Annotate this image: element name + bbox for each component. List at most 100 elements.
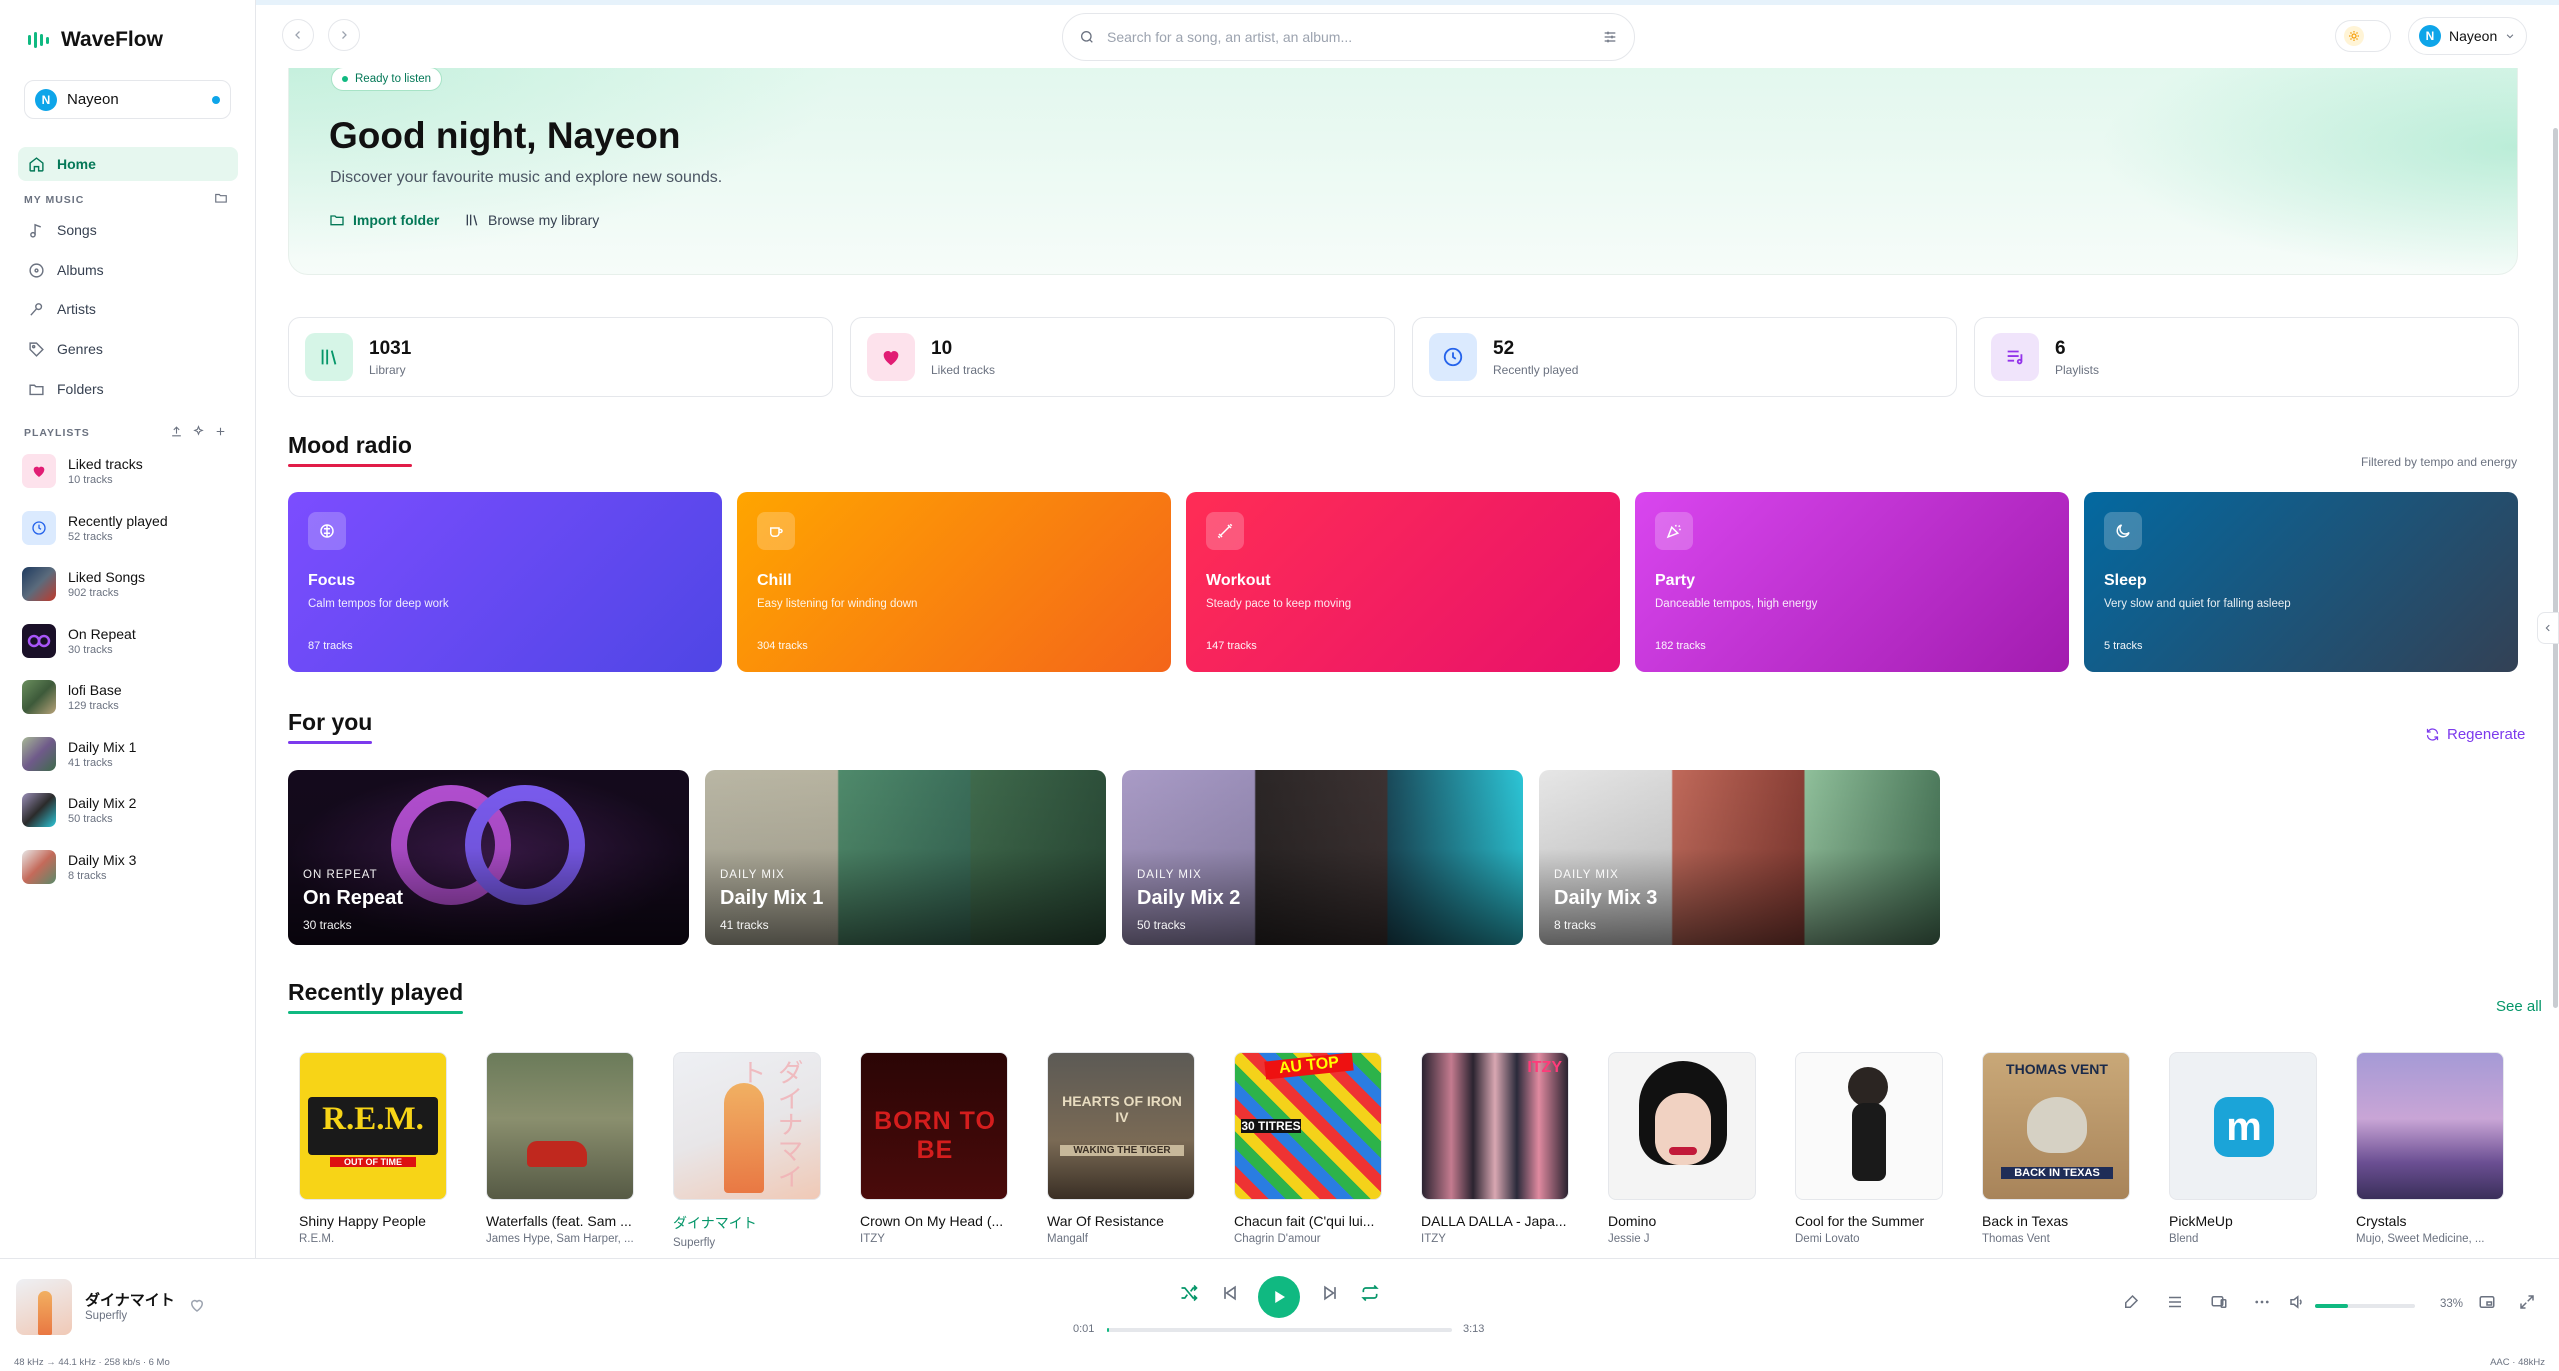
devices-icon[interactable] (2209, 1293, 2229, 1311)
mood-card-sleep[interactable]: Sleep Very slow and quiet for falling as… (2084, 492, 2518, 672)
lyrics-icon[interactable] (2122, 1293, 2140, 1311)
playlist-item[interactable]: Recently played 52 tracks (22, 505, 237, 551)
track-artist: Mangalf (1047, 1233, 1088, 1245)
recent-item[interactable]: Waterfalls (feat. Sam ... James Hype, Sa… (486, 1052, 636, 1245)
playlist-item[interactable]: Daily Mix 1 41 tracks (22, 731, 237, 777)
for-you-card-daily-mix-2[interactable]: DAILY MIX Daily Mix 2 50 tracks (1122, 770, 1523, 945)
sparkles-icon[interactable] (192, 425, 205, 438)
recent-item[interactable]: Domino Jessie J (1608, 1052, 1758, 1245)
playlist-item[interactable]: Liked Songs 902 tracks (22, 561, 237, 607)
volume-icon[interactable] (2288, 1293, 2306, 1311)
mood-card-focus[interactable]: Focus Calm tempos for deep work 87 track… (288, 492, 722, 672)
music-note-icon (30, 223, 41, 238)
mood-card-party[interactable]: Party Danceable tempos, high energy 182 … (1635, 492, 2069, 672)
account-menu-button[interactable]: N Nayeon (2408, 17, 2527, 55)
playlist-item[interactable]: On Repeat 30 tracks (22, 618, 237, 664)
volume-slider[interactable] (2315, 1304, 2415, 1308)
stat-card-liked[interactable]: 10 Liked tracks (850, 317, 1395, 397)
sidebar-item-artists[interactable]: Artists (18, 292, 238, 326)
album-art: HEARTS OF IRON IV WAKING THE TIGER (1047, 1052, 1195, 1200)
stat-card-playlists[interactable]: 6 Playlists (1974, 317, 2519, 397)
mood-card-chill[interactable]: Chill Easy listening for winding down 30… (737, 492, 1171, 672)
plus-icon[interactable] (214, 425, 227, 438)
now-playing-artist[interactable]: Superfly (85, 1310, 127, 1322)
sidebar-item-label: Artists (57, 301, 96, 317)
shuffle-icon[interactable] (1179, 1283, 1199, 1303)
upload-icon[interactable] (170, 425, 183, 438)
mood-card-workout[interactable]: Workout Steady pace to keep moving 147 t… (1186, 492, 1620, 672)
status-badge: Ready to listen (331, 68, 443, 91)
sidebar-item-genres[interactable]: Genres (18, 332, 238, 366)
browse-library-button[interactable]: Browse my library (464, 212, 599, 228)
main-scrollbar[interactable] (2552, 68, 2559, 1258)
progress-bar[interactable] (1107, 1328, 1452, 1332)
filter-icon[interactable] (1602, 29, 1618, 45)
now-playing-title[interactable]: ダイナマイト (85, 1289, 175, 1310)
back-button[interactable] (282, 19, 314, 51)
playlist-count: 50 tracks (68, 813, 113, 825)
fullscreen-icon[interactable] (2518, 1293, 2536, 1311)
recent-item[interactable]: m PickMeUp Blend (2169, 1052, 2319, 1245)
recent-item[interactable]: HEARTS OF IRON IV WAKING THE TIGER War O… (1047, 1052, 1197, 1245)
recent-item[interactable]: THOMAS VENT BACK IN TEXAS Back in Texas … (1982, 1052, 2132, 1245)
recent-item[interactable]: Crystals Mujo, Sweet Medicine, ... (2356, 1052, 2506, 1245)
sidebar-item-label: Folders (57, 381, 104, 397)
playlist-item[interactable]: lofi Base 129 tracks (22, 674, 237, 720)
playlist-name: lofi Base (68, 682, 122, 698)
track-artist: Thomas Vent (1982, 1233, 2050, 1245)
sidebar-item-home[interactable]: Home (18, 147, 238, 181)
sidebar-item-songs[interactable]: Songs (18, 213, 238, 247)
account-name: Nayeon (2449, 28, 2498, 44)
recent-item[interactable]: AU TOP 30 TITRES Chacun fait (C'qui lui.… (1234, 1052, 1384, 1245)
previous-icon[interactable] (1220, 1283, 1240, 1303)
playlist-item[interactable]: Daily Mix 2 50 tracks (22, 787, 237, 833)
now-playing-art[interactable] (16, 1279, 72, 1335)
theme-toggle[interactable] (2335, 20, 2391, 52)
album-art-subtext: WAKING THE TIGER (1060, 1145, 1184, 1156)
playlist-item[interactable]: Daily Mix 3 8 tracks (22, 844, 237, 890)
for-you-card-daily-mix-1[interactable]: DAILY MIX Daily Mix 1 41 tracks (705, 770, 1106, 945)
brand[interactable]: WaveFlow (28, 28, 163, 52)
sidebar-item-albums[interactable]: Albums (18, 253, 238, 287)
user-switcher[interactable]: N Nayeon (24, 80, 231, 119)
search-input[interactable] (1107, 29, 1590, 45)
for-you-card-on-repeat[interactable]: ON REPEAT On Repeat 30 tracks (288, 770, 689, 945)
album-art (1795, 1052, 1943, 1200)
mini-player-icon[interactable] (2478, 1293, 2496, 1311)
playlist-name: Daily Mix 3 (68, 852, 137, 868)
app-window: WaveFlow N Nayeon Home MY MUSIC Songs Al… (0, 0, 2559, 1371)
sidebar-item-folders[interactable]: Folders (18, 372, 238, 406)
recent-item[interactable]: ダイナマイト ダイナマイト Superfly (673, 1052, 823, 1249)
waveform-logo-icon (28, 32, 49, 48)
collapse-panel-button[interactable] (2537, 612, 2559, 644)
add-folder-icon[interactable] (214, 191, 228, 205)
album-art-text: R.E.M. (322, 1101, 424, 1137)
playlist-item[interactable]: Liked tracks 10 tracks (22, 448, 237, 494)
current-time: 0:01 (1073, 1323, 1095, 1335)
next-icon[interactable] (1320, 1283, 1340, 1303)
track-artist: ITZY (1421, 1233, 1446, 1245)
play-button[interactable] (1258, 1276, 1300, 1318)
regenerate-button[interactable]: Regenerate (2425, 726, 2525, 743)
more-options-icon[interactable] (2253, 1293, 2271, 1311)
for-you-card-daily-mix-3[interactable]: DAILY MIX Daily Mix 3 8 tracks (1539, 770, 1940, 945)
player-bar: ダイナマイト Superfly 0:01 3:13 33% (0, 1258, 2559, 1354)
playlist-count: 902 tracks (68, 587, 119, 599)
import-folder-button[interactable]: Import folder (329, 212, 439, 228)
chevron-left-icon (295, 31, 300, 39)
stat-card-library[interactable]: 1031 Library (288, 317, 833, 397)
queue-icon[interactable] (2166, 1293, 2184, 1311)
window-top-strip (0, 0, 2559, 5)
repeat-icon[interactable] (1360, 1283, 1380, 1303)
recent-item[interactable]: Cool for the Summer Demi Lovato (1795, 1052, 1945, 1245)
forward-button[interactable] (328, 19, 360, 51)
playlist-cover (22, 680, 56, 714)
recent-item[interactable]: BORN TO BE Crown On My Head (... ITZY (860, 1052, 1010, 1245)
recent-item[interactable]: ITZY DALLA DALLA - Japa... ITZY (1421, 1052, 1571, 1245)
card-tag: DAILY MIX (1137, 869, 1202, 881)
recent-item[interactable]: R.E.M. OUT OF TIME Shiny Happy People R.… (299, 1052, 449, 1245)
track-artist: Blend (2169, 1233, 2199, 1245)
stat-card-recent[interactable]: 52 Recently played (1412, 317, 1957, 397)
like-heart-icon[interactable] (188, 1296, 206, 1314)
see-all-link[interactable]: See all (2496, 998, 2542, 1015)
